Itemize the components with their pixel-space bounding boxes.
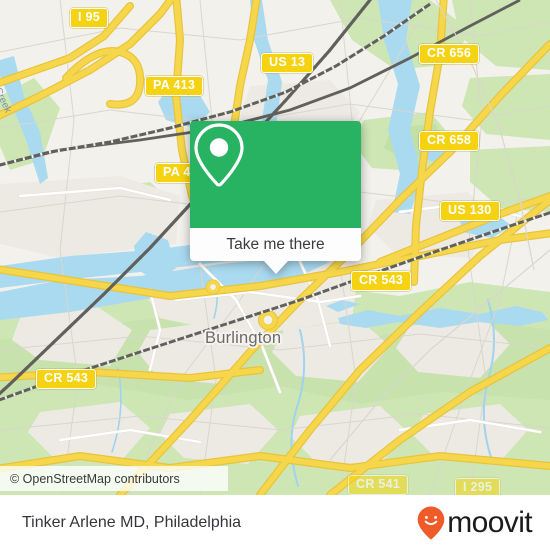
road-shield-pa413-north[interactable]: PA 413 xyxy=(145,76,204,96)
road-shield-i295[interactable]: I 295 xyxy=(455,478,501,495)
map-canvas[interactable]: .water{fill:#AADAF0} .park{fill:#CDE6B4}… xyxy=(0,0,550,495)
popup-tail-pointer xyxy=(263,261,288,274)
moovit-logo[interactable]: moovit xyxy=(416,505,550,541)
take-me-there-button[interactable]: Take me there xyxy=(226,236,324,254)
road-shield-cr658[interactable]: CR 658 xyxy=(419,131,480,151)
moovit-pin-smile-icon xyxy=(417,506,445,539)
moovit-wordmark: moovit xyxy=(447,505,532,539)
road-shield-i95[interactable]: I 95 xyxy=(70,8,109,28)
road-shield-cr541[interactable]: CR 541 xyxy=(348,475,409,495)
place-popup-card[interactable]: Take me there xyxy=(190,121,361,274)
place-title: Tinker Arlene MD, Philadelphia xyxy=(22,513,242,531)
popup-footer[interactable]: Take me there xyxy=(190,228,361,274)
road-shield-us13[interactable]: US 13 xyxy=(261,53,314,73)
map-screenshot: .water{fill:#AADAF0} .park{fill:#CDE6B4}… xyxy=(0,0,550,550)
map-pin-icon xyxy=(194,123,244,187)
attribution-text[interactable]: © OpenStreetMap contributors xyxy=(0,472,180,486)
road-shield-us130[interactable]: US 130 xyxy=(440,201,500,221)
road-shield-cr543-west[interactable]: CR 543 xyxy=(36,369,97,389)
popup-header xyxy=(190,121,361,228)
road-shield-cr656[interactable]: CR 656 xyxy=(419,44,480,64)
map-attribution[interactable]: © OpenStreetMap contributors xyxy=(0,466,228,491)
road-shield-cr543-east[interactable]: CR 543 xyxy=(351,271,412,291)
footer-bar: Tinker Arlene MD, Philadelphia moovit xyxy=(0,495,550,550)
